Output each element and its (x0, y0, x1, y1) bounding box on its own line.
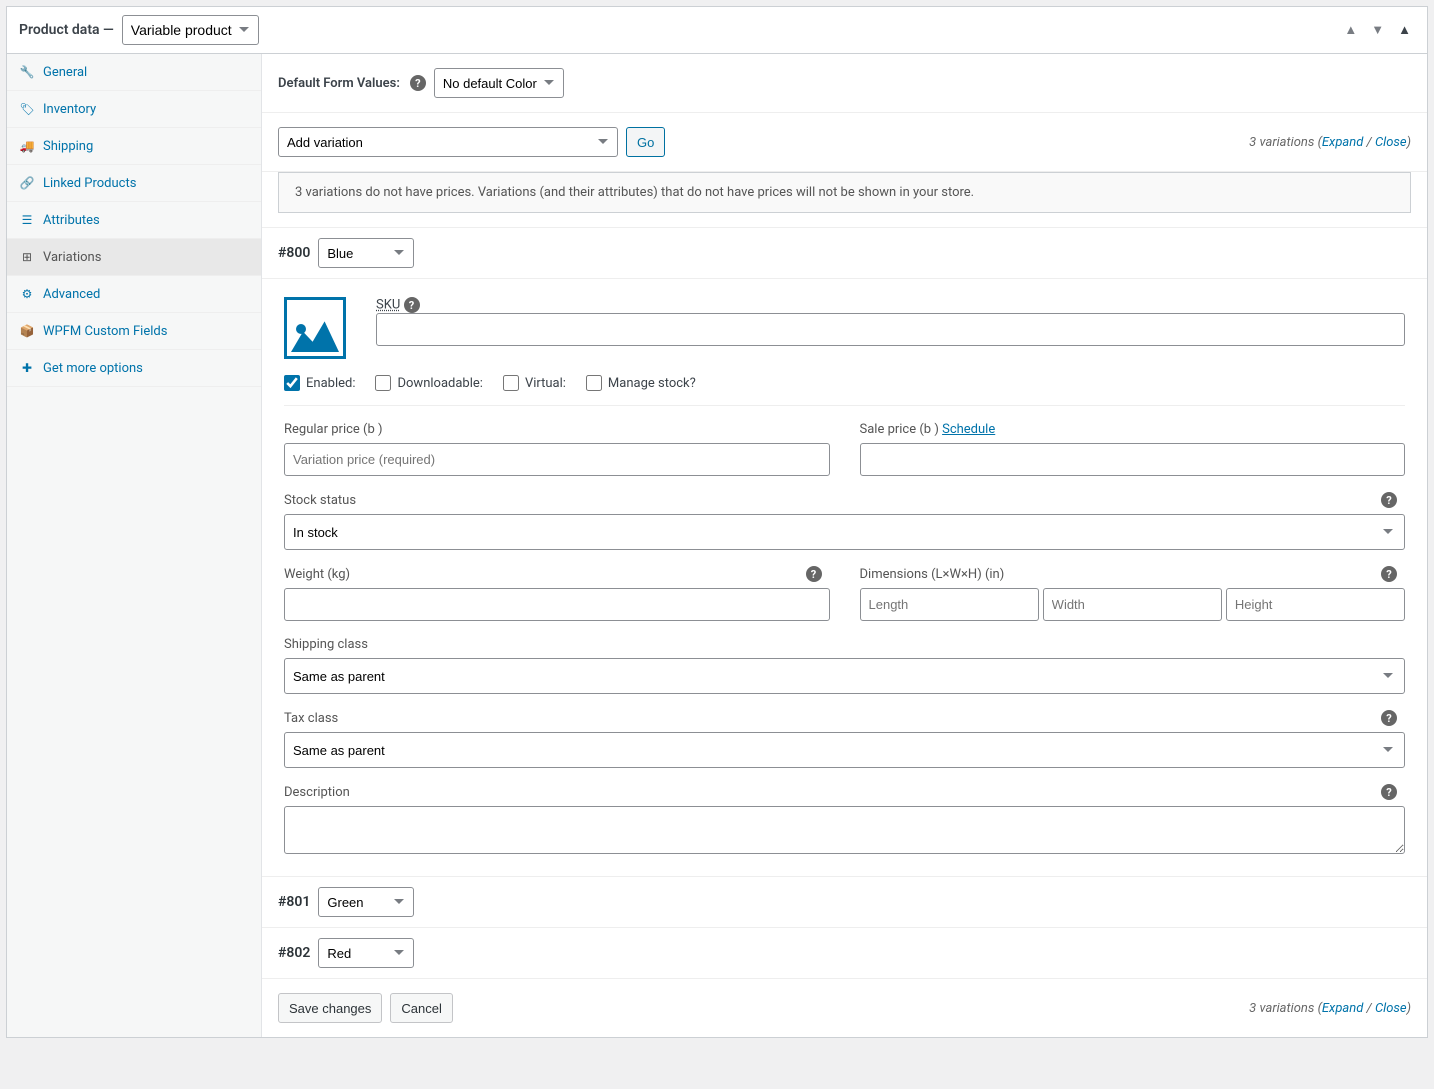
manage-stock-checkbox[interactable]: Manage stock? (586, 375, 696, 391)
variation-id: #800 (278, 245, 310, 261)
variations-summary-bottom: 3 variations (Expand / Close) (1249, 1001, 1411, 1016)
variation-image-placeholder[interactable] (284, 297, 346, 359)
panel-move-up-icon[interactable]: ▲ (1340, 20, 1361, 40)
sale-price-input[interactable] (860, 443, 1406, 476)
variation-action-select[interactable]: Add variation (278, 127, 618, 157)
weight-input[interactable] (284, 588, 830, 621)
product-type-select[interactable]: Variable product (122, 15, 259, 45)
panel-title: Product data — (19, 22, 114, 38)
wrench-icon: 🔧 (19, 64, 35, 80)
help-icon[interactable]: ? (404, 297, 420, 313)
variation-color-select[interactable]: Red (318, 938, 414, 968)
enabled-checkbox[interactable]: Enabled: (284, 375, 355, 391)
help-icon[interactable]: ? (1381, 710, 1397, 726)
gear-icon: ⚙ (19, 286, 35, 302)
help-icon[interactable]: ? (1381, 784, 1397, 800)
dimensions-label: Dimensions (L×W×H) (in) (860, 567, 1005, 582)
box-icon: 📦 (19, 323, 35, 339)
description-input[interactable] (284, 806, 1405, 854)
variation-id: #801 (278, 894, 310, 910)
tab-attributes[interactable]: ☰Attributes (7, 202, 261, 238)
expand-link[interactable]: Expand (1322, 135, 1363, 150)
plus-icon: ✚ (19, 360, 35, 376)
variations-summary: 3 variations (Expand / Close) (1249, 135, 1411, 150)
tax-class-select[interactable]: Same as parent (284, 732, 1405, 768)
stock-status-select[interactable]: In stock (284, 514, 1405, 550)
tab-advanced[interactable]: ⚙Advanced (7, 276, 261, 312)
variation-row-header[interactable]: #801 Green (262, 876, 1427, 927)
tab-variations[interactable]: ⊞Variations (7, 239, 261, 275)
tax-class-label: Tax class (284, 711, 338, 726)
downloadable-checkbox[interactable]: Downloadable: (375, 375, 482, 391)
tab-general[interactable]: 🔧General (7, 54, 261, 90)
height-input[interactable] (1226, 588, 1405, 621)
help-icon[interactable]: ? (806, 566, 822, 582)
width-input[interactable] (1043, 588, 1222, 621)
tab-more-options[interactable]: ✚Get more options (7, 350, 261, 386)
weight-label: Weight (kg) (284, 567, 350, 582)
grid-icon: ⊞ (19, 249, 35, 265)
variation-color-select[interactable]: Blue (318, 238, 414, 268)
panel-move-down-icon[interactable]: ▼ (1367, 20, 1388, 40)
cancel-button[interactable]: Cancel (390, 993, 452, 1023)
expand-link[interactable]: Expand (1322, 1001, 1363, 1016)
sale-price-label: Sale price (b ) Schedule (860, 422, 996, 437)
length-input[interactable] (860, 588, 1039, 621)
help-icon[interactable]: ? (1381, 492, 1397, 508)
product-data-tabs: 🔧General 🏷Inventory 🚚Shipping 🔗Linked Pr… (7, 54, 262, 1037)
tab-shipping[interactable]: 🚚Shipping (7, 128, 261, 164)
help-icon[interactable]: ? (410, 75, 426, 91)
link-icon: 🔗 (19, 175, 35, 191)
default-form-values-label: Default Form Values: (278, 76, 400, 91)
shipping-class-label: Shipping class (284, 637, 368, 652)
schedule-link[interactable]: Schedule (942, 422, 995, 437)
close-link[interactable]: Close (1375, 135, 1407, 150)
variation-color-select[interactable]: Green (318, 887, 414, 917)
regular-price-label: Regular price (b ) (284, 422, 383, 437)
list-icon: ☰ (19, 212, 35, 228)
help-icon[interactable]: ? (1381, 566, 1397, 582)
price-notice: 3 variations do not have prices. Variati… (278, 172, 1411, 213)
variation-row-header[interactable]: #800 Blue (262, 227, 1427, 278)
save-changes-button[interactable]: Save changes (278, 993, 382, 1023)
tab-inventory[interactable]: 🏷Inventory (7, 91, 261, 127)
regular-price-input[interactable] (284, 443, 830, 476)
sku-label: SKU (376, 298, 400, 313)
variation-id: #802 (278, 945, 310, 961)
stock-status-label: Stock status (284, 493, 356, 508)
panel-collapse-icon[interactable]: ▲ (1394, 20, 1415, 40)
go-button[interactable]: Go (626, 127, 665, 157)
shipping-class-select[interactable]: Same as parent (284, 658, 1405, 694)
description-label: Description (284, 785, 350, 800)
close-link[interactable]: Close (1375, 1001, 1407, 1016)
sku-input[interactable] (376, 313, 1405, 346)
tab-linked-products[interactable]: 🔗Linked Products (7, 165, 261, 201)
virtual-checkbox[interactable]: Virtual: (503, 375, 566, 391)
truck-icon: 🚚 (19, 138, 35, 154)
default-color-select[interactable]: No default Color… (434, 68, 564, 98)
tab-wpfm-custom[interactable]: 📦WPFM Custom Fields (7, 313, 261, 349)
tag-icon: 🏷 (19, 101, 35, 117)
variation-row-header[interactable]: #802 Red (262, 927, 1427, 978)
